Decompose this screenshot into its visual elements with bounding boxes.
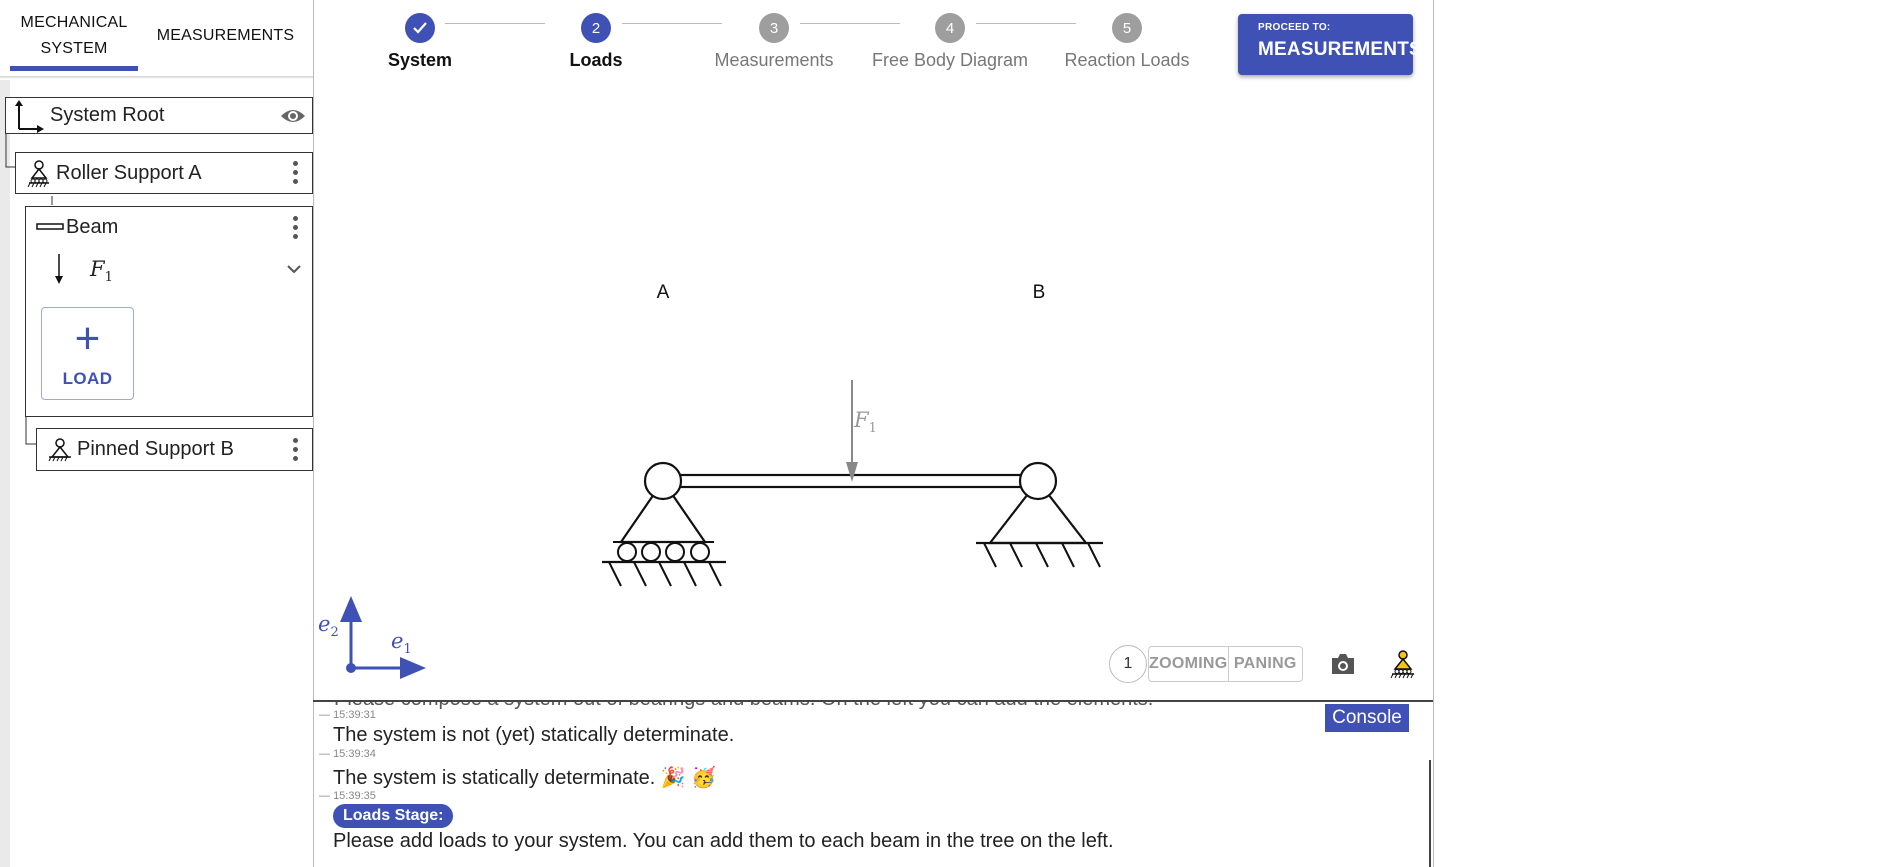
coordinate-system-icon xyxy=(15,99,44,133)
console-log-text: Please add loads to your system. You can… xyxy=(333,830,1114,852)
tree-node-label: Roller Support A xyxy=(56,161,202,184)
tree-node-pinned-support-b[interactable]: Pinned Support B xyxy=(36,428,313,471)
console-timestamp: — 15:39:34 xyxy=(319,748,376,760)
step-label: Measurements xyxy=(714,50,834,70)
axis-e2-label: e2 xyxy=(318,612,339,640)
support-mode-icon[interactable] xyxy=(1387,648,1419,680)
stepper-connector xyxy=(445,23,545,24)
console-log-text: Please compose a system out of bearings … xyxy=(334,702,1153,711)
hinge-a xyxy=(643,461,683,501)
console-button-label: Console xyxy=(1332,707,1402,728)
step-number: 5 xyxy=(1112,13,1142,43)
visibility-eye-icon[interactable] xyxy=(280,106,306,126)
zoom-level-value: 1 xyxy=(1123,655,1133,672)
proceed-target: MEASUREMENTS xyxy=(1258,39,1422,60)
force-f1-label: F1 xyxy=(853,408,877,436)
step-number: 3 xyxy=(759,13,789,43)
load-label: F1 xyxy=(90,257,113,286)
step-label: Loads xyxy=(569,50,623,70)
add-load-button[interactable]: + LOAD xyxy=(41,307,134,400)
camera-icon[interactable] xyxy=(1330,652,1356,676)
zoom-level-indicator[interactable]: 1 xyxy=(1109,645,1147,683)
pinned-support-icon xyxy=(48,437,71,461)
system-tree-panel: MECHANICAL SYSTEM MEASUREMENTS System Roo… xyxy=(0,0,313,867)
paning-toggle-button[interactable]: PANING xyxy=(1227,647,1302,681)
proceed-button[interactable]: PROCEED TO: MEASUREMENTS xyxy=(1238,14,1422,75)
beam-icon xyxy=(36,223,64,230)
step-label: System xyxy=(387,50,453,70)
stepper-connector xyxy=(622,23,722,24)
step-number: 2 xyxy=(581,13,611,43)
step-label: Free Body Diagram xyxy=(871,50,1029,70)
coordinate-axes xyxy=(340,596,426,679)
chevron-down-icon[interactable] xyxy=(286,263,302,275)
proceed-prefix: PROCEED TO: xyxy=(1258,22,1331,33)
down-arrow-icon xyxy=(55,254,63,284)
console-log-text: The system is not (yet) statically deter… xyxy=(333,724,735,746)
console-toggle-button[interactable]: Console xyxy=(1325,704,1409,732)
zooming-toggle-button[interactable]: ZOOMING xyxy=(1149,647,1228,681)
axis-e1-label: e1 xyxy=(391,629,412,657)
more-options-icon[interactable] xyxy=(292,161,298,185)
tree-node-label: Beam xyxy=(66,215,119,238)
node-label-a: A xyxy=(657,282,670,303)
more-options-icon[interactable] xyxy=(292,216,298,240)
console-timestamp: — 15:39:35 xyxy=(319,790,376,802)
console-scrollbar[interactable] xyxy=(1429,760,1431,867)
tree-node-roller-support-a[interactable]: Roller Support A xyxy=(15,152,313,194)
load-item-f1[interactable]: F1 xyxy=(26,247,312,293)
plus-icon: + xyxy=(74,313,101,363)
zooming-label: ZOOMING xyxy=(1149,655,1228,672)
more-options-icon[interactable] xyxy=(292,437,298,462)
console-divider xyxy=(313,700,1433,702)
console-log-text: The system is statically determinate. 🎉 … xyxy=(333,767,717,789)
checkmark-icon xyxy=(405,13,435,43)
tree-node-system-root[interactable]: System Root xyxy=(5,97,313,134)
stage-badge: Loads Stage: xyxy=(333,804,454,828)
step-number: 4 xyxy=(935,13,965,43)
tree-node-label: System Root xyxy=(50,104,165,126)
stepper-connector xyxy=(800,23,900,24)
hinge-b xyxy=(1018,461,1058,501)
stepper-connector xyxy=(976,23,1076,24)
paning-label: PANING xyxy=(1233,655,1297,672)
system-canvas[interactable]: F1 A B e2 e1 xyxy=(314,90,1433,700)
panel-divider xyxy=(1433,0,1434,867)
console-timestamp: — 15:39:31 xyxy=(319,709,376,721)
zoom-pan-toggle: ZOOMING PANING xyxy=(1148,646,1303,682)
add-load-label: LOAD xyxy=(62,368,113,388)
roller-support-icon xyxy=(27,160,49,188)
step-label: Reaction Loads xyxy=(1064,50,1190,70)
node-label-b: B xyxy=(1033,282,1046,303)
tree-node-label: Pinned Support B xyxy=(77,438,234,460)
